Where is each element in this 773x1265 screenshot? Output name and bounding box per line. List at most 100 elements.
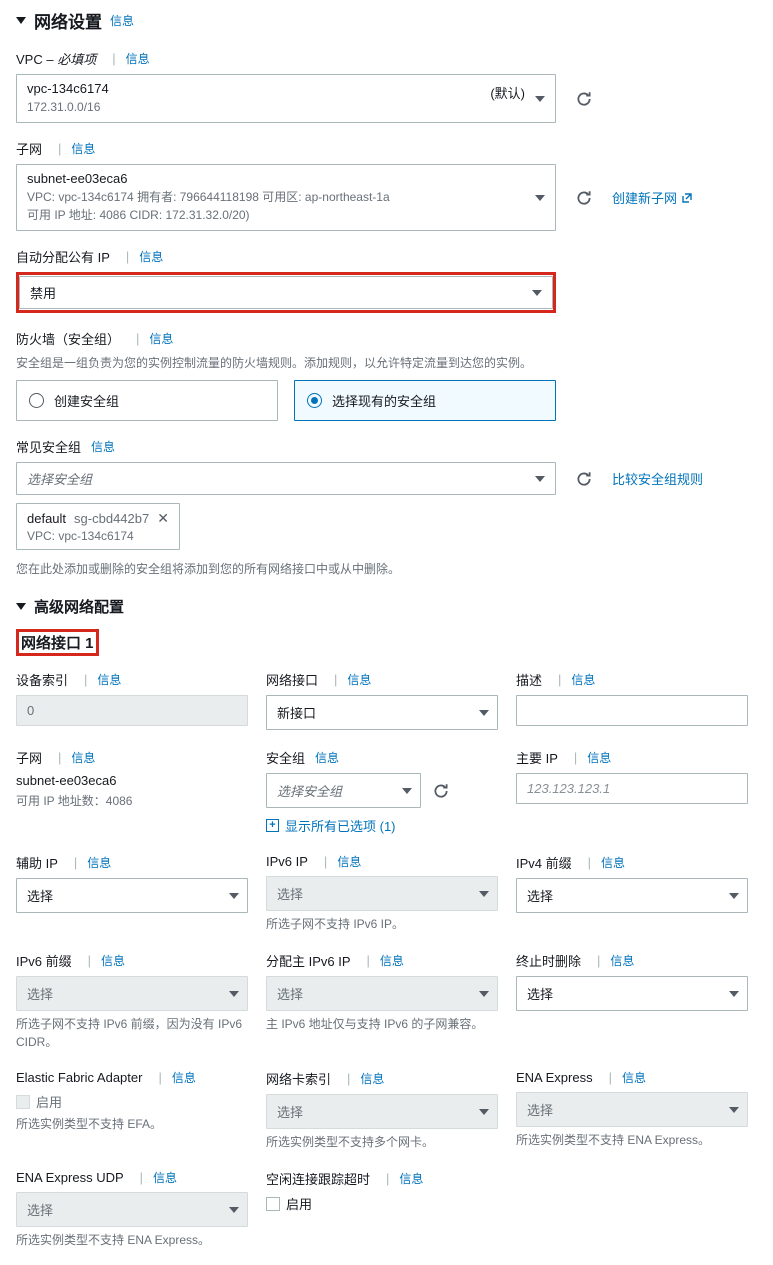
nic-subnet-sub: 可用 IP 地址数：4086 bbox=[16, 792, 248, 810]
description-input[interactable] bbox=[516, 695, 748, 726]
efa-check-label: 启用 bbox=[36, 1092, 62, 1111]
subnet-info-link[interactable]: 信息 bbox=[71, 140, 95, 157]
nic-sg-select[interactable]: 选择安全组 bbox=[266, 773, 421, 808]
radio-create-sg-label: 创建安全组 bbox=[54, 391, 119, 410]
section-info-link[interactable]: 信息 bbox=[110, 12, 134, 29]
refresh-icon bbox=[575, 189, 593, 207]
efa-hint: 所选实例类型不支持 EFA。 bbox=[16, 1115, 248, 1133]
radio-icon bbox=[307, 393, 322, 408]
common-sg-label: 常见安全组 bbox=[16, 437, 81, 456]
ena-udp-label: ENA Express UDP bbox=[16, 1170, 124, 1185]
primary-ip-label: 主要 IP bbox=[516, 748, 558, 767]
ipv4-prefix-select[interactable]: 选择 bbox=[516, 878, 748, 913]
common-sg-refresh-button[interactable] bbox=[574, 469, 594, 489]
subnet-select[interactable]: subnet-ee03eca6 VPC: vpc-134c6174 拥有者: 7… bbox=[16, 164, 556, 231]
efa-checkbox bbox=[16, 1095, 30, 1109]
device-index-label: 设备索引 bbox=[16, 670, 68, 689]
primary-ip-input[interactable] bbox=[516, 773, 748, 804]
assign-ipv6-info[interactable]: 信息 bbox=[380, 952, 404, 969]
common-sg-info-link[interactable]: 信息 bbox=[91, 438, 115, 455]
sg-tag-remove[interactable]: ✕ bbox=[157, 510, 169, 527]
secondary-ip-label: 辅助 IP bbox=[16, 853, 58, 872]
assign-ipv6-select: 选择 bbox=[266, 976, 498, 1011]
device-index-info[interactable]: 信息 bbox=[97, 671, 121, 688]
nic-subnet-value: subnet-ee03eca6 bbox=[16, 773, 248, 788]
card-index-info[interactable]: 信息 bbox=[360, 1070, 384, 1087]
ena-express-info[interactable]: 信息 bbox=[622, 1069, 646, 1086]
device-index-input bbox=[16, 695, 248, 726]
card-index-hint: 所选实例类型不支持多个网卡。 bbox=[266, 1133, 498, 1151]
autoip-info-link[interactable]: 信息 bbox=[139, 248, 163, 265]
secondary-ip-info[interactable]: 信息 bbox=[87, 854, 111, 871]
secondary-ip-select[interactable]: 选择 bbox=[16, 878, 248, 913]
radio-existing-sg-label: 选择现有的安全组 bbox=[332, 391, 436, 410]
vpc-info-link[interactable]: 信息 bbox=[126, 50, 150, 67]
firewall-hint: 安全组是一组负责为您的实例控制流量的防火墙规则。添加规则，以允许特定流量到达您的… bbox=[16, 354, 757, 372]
interface-info[interactable]: 信息 bbox=[347, 671, 371, 688]
subnet-refresh-button[interactable] bbox=[574, 188, 594, 208]
ipv6-ip-info[interactable]: 信息 bbox=[337, 853, 361, 870]
create-subnet-link[interactable]: 创建新子网 bbox=[612, 188, 693, 207]
efa-info[interactable]: 信息 bbox=[172, 1069, 196, 1086]
delete-on-term-info[interactable]: 信息 bbox=[610, 952, 634, 969]
interface-label: 网络接口 bbox=[266, 670, 318, 689]
sg-tag-name: default bbox=[27, 511, 66, 526]
vpc-label: VPC – 必填项 bbox=[16, 49, 96, 68]
nic-sg-info[interactable]: 信息 bbox=[315, 749, 339, 766]
ipv6-ip-label: IPv6 IP bbox=[266, 854, 308, 869]
nic-subnet-info[interactable]: 信息 bbox=[71, 749, 95, 766]
show-selected-link[interactable]: + 显示所有已选项 (1) bbox=[266, 816, 396, 835]
refresh-icon bbox=[432, 782, 450, 800]
chevron-down-icon bbox=[229, 991, 239, 997]
compare-sg-link[interactable]: 比较安全组规则 bbox=[612, 469, 703, 488]
ena-udp-select: 选择 bbox=[16, 1192, 248, 1227]
nic-subnet-label: 子网 bbox=[16, 748, 42, 767]
delete-on-term-select[interactable]: 选择 bbox=[516, 976, 748, 1011]
vpc-select-value: vpc-134c6174 bbox=[27, 81, 525, 96]
ena-udp-info[interactable]: 信息 bbox=[153, 1169, 177, 1186]
ipv6-ip-hint: 所选子网不支持 IPv6 IP。 bbox=[266, 915, 498, 933]
radio-existing-sg[interactable]: 选择现有的安全组 bbox=[294, 380, 556, 421]
ena-express-hint: 所选实例类型不支持 ENA Express。 bbox=[516, 1131, 748, 1149]
card-index-select: 选择 bbox=[266, 1094, 498, 1129]
chevron-down-icon bbox=[532, 290, 542, 296]
ipv4-prefix-info[interactable]: 信息 bbox=[601, 854, 625, 871]
section-caret-icon[interactable] bbox=[16, 17, 26, 24]
subnet-select-sub: VPC: vpc-134c6174 拥有者: 796644118198 可用区:… bbox=[27, 188, 525, 224]
vpc-refresh-button[interactable] bbox=[574, 89, 594, 109]
vpc-select[interactable]: vpc-134c6174 172.31.0.0/16 (默认) bbox=[16, 74, 556, 123]
radio-icon bbox=[29, 393, 44, 408]
idle-timeout-checkbox[interactable] bbox=[266, 1197, 280, 1211]
radio-create-sg[interactable]: 创建安全组 bbox=[16, 380, 278, 421]
description-label: 描述 bbox=[516, 670, 542, 689]
interface-select[interactable]: 新接口 bbox=[266, 695, 498, 730]
refresh-icon bbox=[575, 470, 593, 488]
primary-ip-info[interactable]: 信息 bbox=[587, 749, 611, 766]
delete-on-term-label: 终止时删除 bbox=[516, 951, 581, 970]
vpc-default-badge: (默认) bbox=[490, 83, 525, 102]
external-link-icon bbox=[681, 192, 693, 204]
nic-sg-label: 安全组 bbox=[266, 748, 305, 767]
adv-caret-icon[interactable] bbox=[16, 603, 26, 610]
adv-title: 高级网络配置 bbox=[34, 596, 124, 617]
idle-timeout-info[interactable]: 信息 bbox=[399, 1170, 423, 1187]
ena-express-label: ENA Express bbox=[516, 1070, 593, 1085]
sg-tag-id: sg-cbd442b7 bbox=[74, 511, 149, 526]
chevron-down-icon bbox=[729, 991, 739, 997]
description-info[interactable]: 信息 bbox=[571, 671, 595, 688]
nic-sg-refresh[interactable] bbox=[431, 781, 451, 801]
sg-tag-chip: default sg-cbd442b7 ✕ VPC: vpc-134c6174 bbox=[16, 503, 180, 550]
firewall-info-link[interactable]: 信息 bbox=[149, 330, 173, 347]
subnet-select-value: subnet-ee03eca6 bbox=[27, 171, 525, 186]
ena-udp-hint: 所选实例类型不支持 ENA Express。 bbox=[16, 1231, 248, 1249]
common-sg-select[interactable]: 选择安全组 bbox=[16, 462, 556, 495]
assign-ipv6-hint: 主 IPv6 地址仅与支持 IPv6 的子网兼容。 bbox=[266, 1015, 498, 1033]
ipv6-prefix-info[interactable]: 信息 bbox=[101, 952, 125, 969]
ipv4-prefix-label: IPv4 前缀 bbox=[516, 853, 572, 872]
autoip-select[interactable]: 禁用 bbox=[19, 276, 553, 309]
idle-timeout-label: 空闲连接跟踪超时 bbox=[266, 1169, 370, 1188]
chevron-down-icon bbox=[479, 710, 489, 716]
chevron-down-icon bbox=[229, 893, 239, 899]
idle-timeout-check-label: 启用 bbox=[286, 1194, 312, 1213]
chevron-down-icon bbox=[535, 476, 545, 482]
